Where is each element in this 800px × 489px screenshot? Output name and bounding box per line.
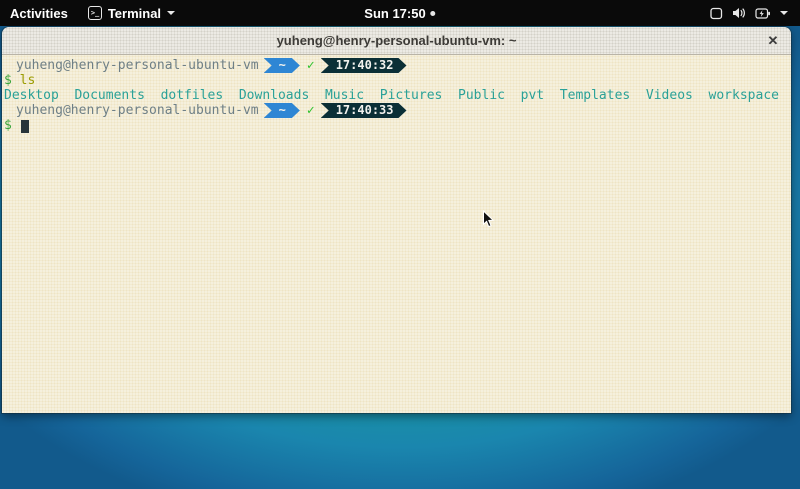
directory-item: pvt bbox=[521, 88, 544, 103]
directory-listing: Desktop Documents dotfiles Downloads Mus… bbox=[4, 88, 789, 103]
directory-item: Music bbox=[325, 88, 364, 103]
prompt-symbol: $ bbox=[4, 73, 12, 88]
prompt-user: yuheng@henry-personal-ubuntu-vm bbox=[16, 103, 259, 118]
terminal-content[interactable]: yuheng@henry-personal-ubuntu-vm ~ ✓ 17:4… bbox=[2, 55, 791, 413]
prompt-symbol: $ bbox=[4, 118, 12, 133]
mouse-cursor-icon bbox=[482, 210, 495, 229]
command-text: ls bbox=[20, 73, 36, 88]
desktop-wallpaper: yuheng@henry-personal-ubuntu-vm: ~ ✕ yuh… bbox=[0, 26, 800, 489]
input-line[interactable]: $ bbox=[4, 118, 789, 133]
app-menu-label: Terminal bbox=[108, 6, 161, 21]
powerline-time-segment: 17:40:32 bbox=[321, 58, 407, 73]
battery-charging-icon bbox=[755, 7, 771, 20]
clock-label: Sun 17:50 bbox=[364, 6, 425, 21]
system-status-menu[interactable] bbox=[698, 0, 800, 26]
notification-dot-icon bbox=[431, 11, 436, 16]
desktop-screen: Activities >_ Terminal Sun 17:50 bbox=[0, 0, 800, 489]
directory-item: workspace bbox=[709, 88, 779, 103]
powerline-time-segment: 17:40:33 bbox=[321, 103, 407, 118]
close-button[interactable]: ✕ bbox=[764, 32, 782, 50]
command-line: $ ls bbox=[4, 73, 789, 88]
screen-icon bbox=[710, 7, 723, 20]
top-bar: Activities >_ Terminal Sun 17:50 bbox=[0, 0, 800, 26]
directory-item: dotfiles bbox=[161, 88, 224, 103]
directory-item: Desktop bbox=[4, 88, 59, 103]
directory-item: Videos bbox=[646, 88, 693, 103]
directory-item: Templates bbox=[560, 88, 630, 103]
clock-button[interactable]: Sun 17:50 bbox=[364, 0, 435, 26]
powerline-cwd-segment: ~ bbox=[264, 103, 300, 118]
directory-item: Pictures bbox=[380, 88, 443, 103]
chevron-down-icon bbox=[780, 11, 788, 15]
directory-item: Downloads bbox=[239, 88, 309, 103]
window-titlebar[interactable]: yuheng@henry-personal-ubuntu-vm: ~ ✕ bbox=[2, 27, 791, 55]
terminal-window: yuheng@henry-personal-ubuntu-vm: ~ ✕ yuh… bbox=[2, 27, 791, 413]
powerline-cwd-segment: ~ bbox=[264, 58, 300, 73]
prompt-user: yuheng@henry-personal-ubuntu-vm bbox=[16, 58, 259, 73]
app-menu-terminal[interactable]: >_ Terminal bbox=[78, 0, 185, 26]
prompt-line: yuheng@henry-personal-ubuntu-vm ~ ✓ 17:4… bbox=[4, 103, 789, 118]
directory-item: Documents bbox=[74, 88, 144, 103]
check-icon: ✓ bbox=[307, 103, 315, 118]
terminal-cursor bbox=[21, 120, 29, 133]
topbar-right bbox=[698, 0, 800, 26]
prompt-line: yuheng@henry-personal-ubuntu-vm ~ ✓ 17:4… bbox=[4, 58, 789, 73]
directory-item: Public bbox=[458, 88, 505, 103]
window-title: yuheng@henry-personal-ubuntu-vm: ~ bbox=[277, 33, 517, 48]
topbar-left: Activities >_ Terminal bbox=[0, 0, 185, 26]
chevron-down-icon bbox=[167, 11, 175, 15]
activities-button[interactable]: Activities bbox=[0, 0, 78, 26]
volume-icon bbox=[732, 7, 746, 19]
check-icon: ✓ bbox=[307, 58, 315, 73]
terminal-app-icon: >_ bbox=[88, 6, 102, 20]
